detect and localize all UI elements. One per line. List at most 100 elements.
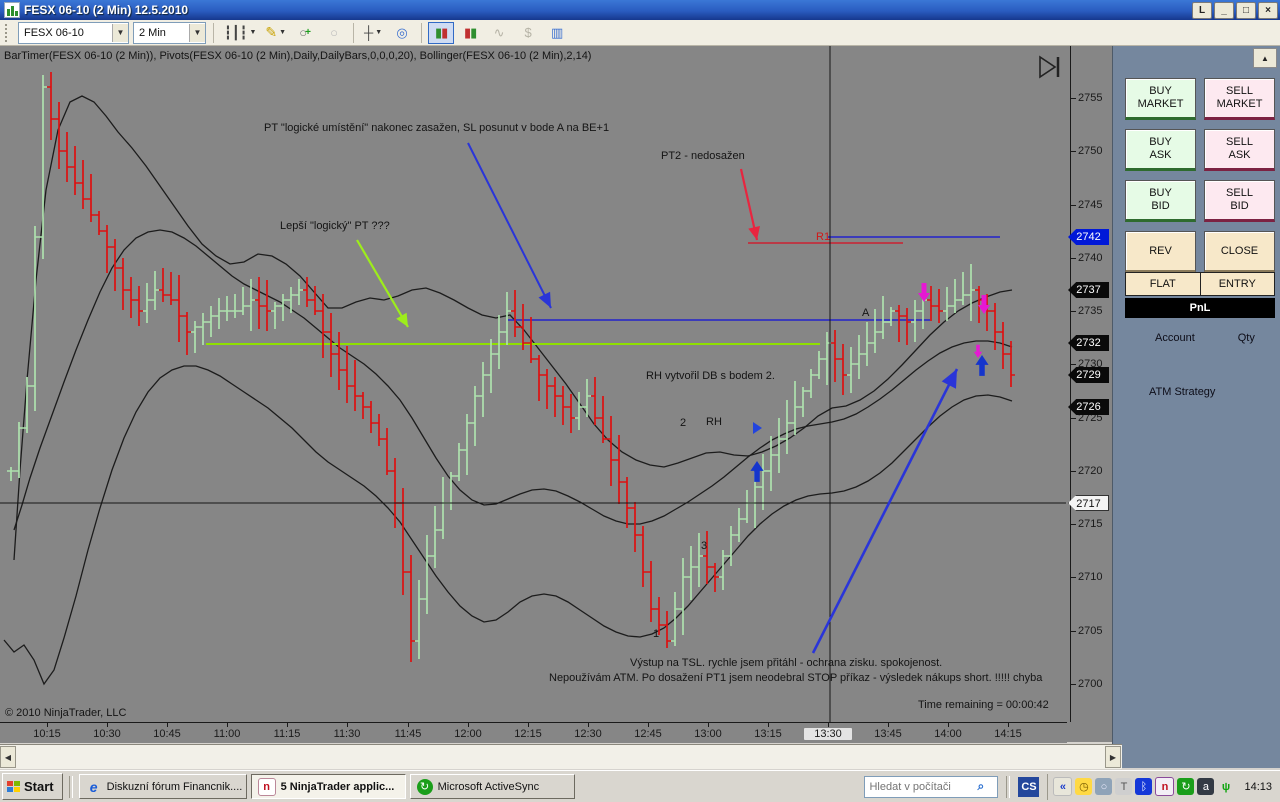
price-tick-label: 2715 bbox=[1078, 518, 1103, 530]
chart-style-candle-icon[interactable]: ▮ ▮ bbox=[457, 22, 483, 44]
interval-selector[interactable]: 2 Min ▼ bbox=[133, 21, 206, 44]
panel-scroll-up-icon[interactable]: ▲ bbox=[1253, 48, 1277, 68]
atm-strategy-label: ATM Strategy bbox=[1149, 386, 1216, 398]
tray-ninjatrader-icon[interactable]: n bbox=[1155, 777, 1175, 796]
flat-entry-row: FLAT ENTRY bbox=[1125, 272, 1275, 296]
chart-style-ohlc-icon[interactable]: ▮ ▮ bbox=[428, 21, 455, 44]
price-tick-label: 2735 bbox=[1078, 305, 1103, 317]
tray-bluetooth-icon[interactable]: ᛒ bbox=[1135, 778, 1153, 795]
time-tick-label: 12:00 bbox=[454, 728, 482, 740]
start-button[interactable]: Start bbox=[2, 773, 63, 800]
search-icon[interactable]: ⌕ bbox=[977, 779, 984, 794]
flat-button[interactable]: FLAT bbox=[1126, 273, 1201, 295]
tray-t-icon[interactable]: T bbox=[1115, 778, 1133, 795]
close-button[interactable]: CLOSE bbox=[1204, 231, 1275, 273]
tray-reminder-icon[interactable]: ◷ bbox=[1075, 778, 1093, 795]
buy-bid-button[interactable]: BUY BID bbox=[1125, 180, 1196, 222]
price-badge: 2729 bbox=[1068, 367, 1109, 383]
instrument-selector[interactable]: FESX 06-10 ▼ bbox=[18, 21, 129, 44]
sell-ask-button[interactable]: SELL ASK bbox=[1204, 129, 1275, 171]
search-input[interactable] bbox=[865, 778, 978, 795]
link-button[interactable]: L bbox=[1192, 1, 1212, 19]
time-tick-label: 12:15 bbox=[514, 728, 542, 740]
time-tick bbox=[167, 723, 168, 727]
buy-market-button[interactable]: BUY MARKET bbox=[1125, 78, 1196, 120]
price-tick bbox=[1070, 577, 1076, 578]
price-badge: 2732 bbox=[1068, 335, 1109, 351]
start-label: Start bbox=[24, 779, 54, 794]
zoom-in-icon[interactable]: ○ + bbox=[292, 22, 318, 44]
tray-antivirus-icon[interactable]: a bbox=[1197, 778, 1215, 795]
rev-button[interactable]: REV bbox=[1125, 231, 1196, 273]
close-button[interactable]: × bbox=[1258, 1, 1278, 19]
tray-wireless-icon[interactable]: ψ bbox=[1217, 778, 1234, 795]
time-tick-label: 11:45 bbox=[394, 728, 422, 740]
crosshair-icon[interactable]: ┼ ▼ bbox=[360, 22, 386, 44]
price-tick bbox=[1070, 524, 1076, 525]
toolbar-separator bbox=[353, 22, 355, 43]
time-tick bbox=[948, 723, 949, 727]
price-tick-label: 2755 bbox=[1078, 92, 1103, 104]
time-tick bbox=[47, 723, 48, 727]
order-entry-panel: ▲ BUY MARKET SELL MARKET BUY ASK SELL ASK BUY BID… bbox=[1112, 46, 1280, 768]
time-tick-label: 10:15 bbox=[33, 728, 61, 740]
price-tick bbox=[1070, 311, 1076, 312]
desktop: FESX 06-10 (2 Min) 12.5.2010 L _ □ × FESX 0… bbox=[0, 0, 1280, 802]
task-button[interactable]: ↻ Microsoft ActiveSync bbox=[409, 774, 575, 799]
price-tick bbox=[1070, 684, 1076, 685]
price-badge: 2717 bbox=[1068, 495, 1109, 511]
task-button[interactable]: e Diskuzní fórum Financnik.... bbox=[78, 774, 247, 799]
account-display-icon[interactable]: $ bbox=[515, 22, 541, 44]
time-tick-label: 14:00 bbox=[934, 728, 962, 740]
price-axis[interactable]: 2755 2750 2745 2740 2735 2730 2725 2720 2715 2710… bbox=[1067, 46, 1112, 742]
time-tick-label: 11:00 bbox=[213, 728, 241, 740]
horizontal-scrollbar[interactable]: ◀ ▶ bbox=[0, 744, 1122, 769]
data-box-icon[interactable]: ◎ bbox=[389, 22, 415, 44]
draw-tools-icon[interactable]: ✎ ▼ bbox=[262, 22, 289, 44]
window-controls: L _ □ × bbox=[1192, 1, 1278, 19]
chevron-down-icon[interactable]: ▼ bbox=[403, 782, 404, 791]
tray-search-icon[interactable]: ○ bbox=[1095, 778, 1113, 795]
toolbar-separator bbox=[421, 22, 423, 43]
qty-label: Qty bbox=[1237, 332, 1255, 344]
buy-ask-button[interactable]: BUY ASK bbox=[1125, 129, 1196, 171]
time-axis[interactable]: 10:15 10:30 10:45 11:00 11:15 11:30 11:45 12:00… bbox=[0, 722, 1067, 743]
task-button[interactable]: n 5 NinjaTrader applic... ▼ bbox=[250, 774, 406, 799]
ninjatrader-icon: n bbox=[257, 777, 276, 796]
language-indicator[interactable]: CS bbox=[1018, 776, 1040, 797]
account-qty-labels: Account Qty bbox=[1125, 332, 1275, 344]
time-tick-label: 12:30 bbox=[574, 728, 602, 740]
windows-logo-icon bbox=[7, 781, 20, 792]
ie-icon: e bbox=[89, 778, 98, 795]
price-tick bbox=[1070, 471, 1076, 472]
time-tick bbox=[287, 723, 288, 727]
price-chart[interactable] bbox=[0, 46, 1067, 722]
price-badge: 2742 bbox=[1068, 229, 1109, 245]
time-tick-label: 13:45 bbox=[874, 728, 902, 740]
tray-activesync-icon[interactable]: ↻ bbox=[1177, 778, 1195, 795]
chevron-down-icon[interactable]: ▼ bbox=[112, 23, 128, 42]
time-tick bbox=[888, 723, 889, 727]
price-badge: 2737 bbox=[1068, 282, 1109, 298]
sell-market-button[interactable]: SELL MARKET bbox=[1204, 78, 1275, 120]
period-type-icon[interactable]: ┇┃┇ ▼ bbox=[221, 22, 259, 44]
order-buttons: BUY MARKET SELL MARKET BUY ASK SELL ASK BUY BID SE… bbox=[1125, 78, 1275, 273]
account-label: Account bbox=[1155, 332, 1195, 344]
time-tick-label: 14:15 bbox=[994, 728, 1022, 740]
entry-button[interactable]: ENTRY bbox=[1201, 273, 1275, 295]
toolbar-grip[interactable] bbox=[5, 23, 11, 42]
search-box[interactable]: ⌕ bbox=[864, 775, 999, 798]
minimize-button[interactable]: _ bbox=[1214, 1, 1234, 19]
taskbar-right: ⌕ CS «◷○Tᛒn↻aψ 14:13 bbox=[864, 773, 1278, 800]
price-tick-label: 2745 bbox=[1078, 199, 1103, 211]
task-buttons: e Diskuzní fórum Financnik.... n 5 NinjaTra… bbox=[78, 774, 575, 799]
zoom-out-icon[interactable]: ○ bbox=[321, 22, 347, 44]
scroll-right-icon[interactable]: ▶ bbox=[1105, 746, 1121, 768]
scroll-left-icon[interactable]: ◀ bbox=[0, 746, 16, 768]
chevron-down-icon[interactable]: ▼ bbox=[189, 23, 205, 42]
layout-icon[interactable]: ▥ bbox=[544, 22, 570, 44]
sell-bid-button[interactable]: SELL BID bbox=[1204, 180, 1275, 222]
restore-button[interactable]: □ bbox=[1236, 1, 1256, 19]
tray-expand-icon[interactable]: « bbox=[1053, 777, 1073, 796]
region-chart-icon[interactable]: ∿ bbox=[486, 22, 512, 44]
